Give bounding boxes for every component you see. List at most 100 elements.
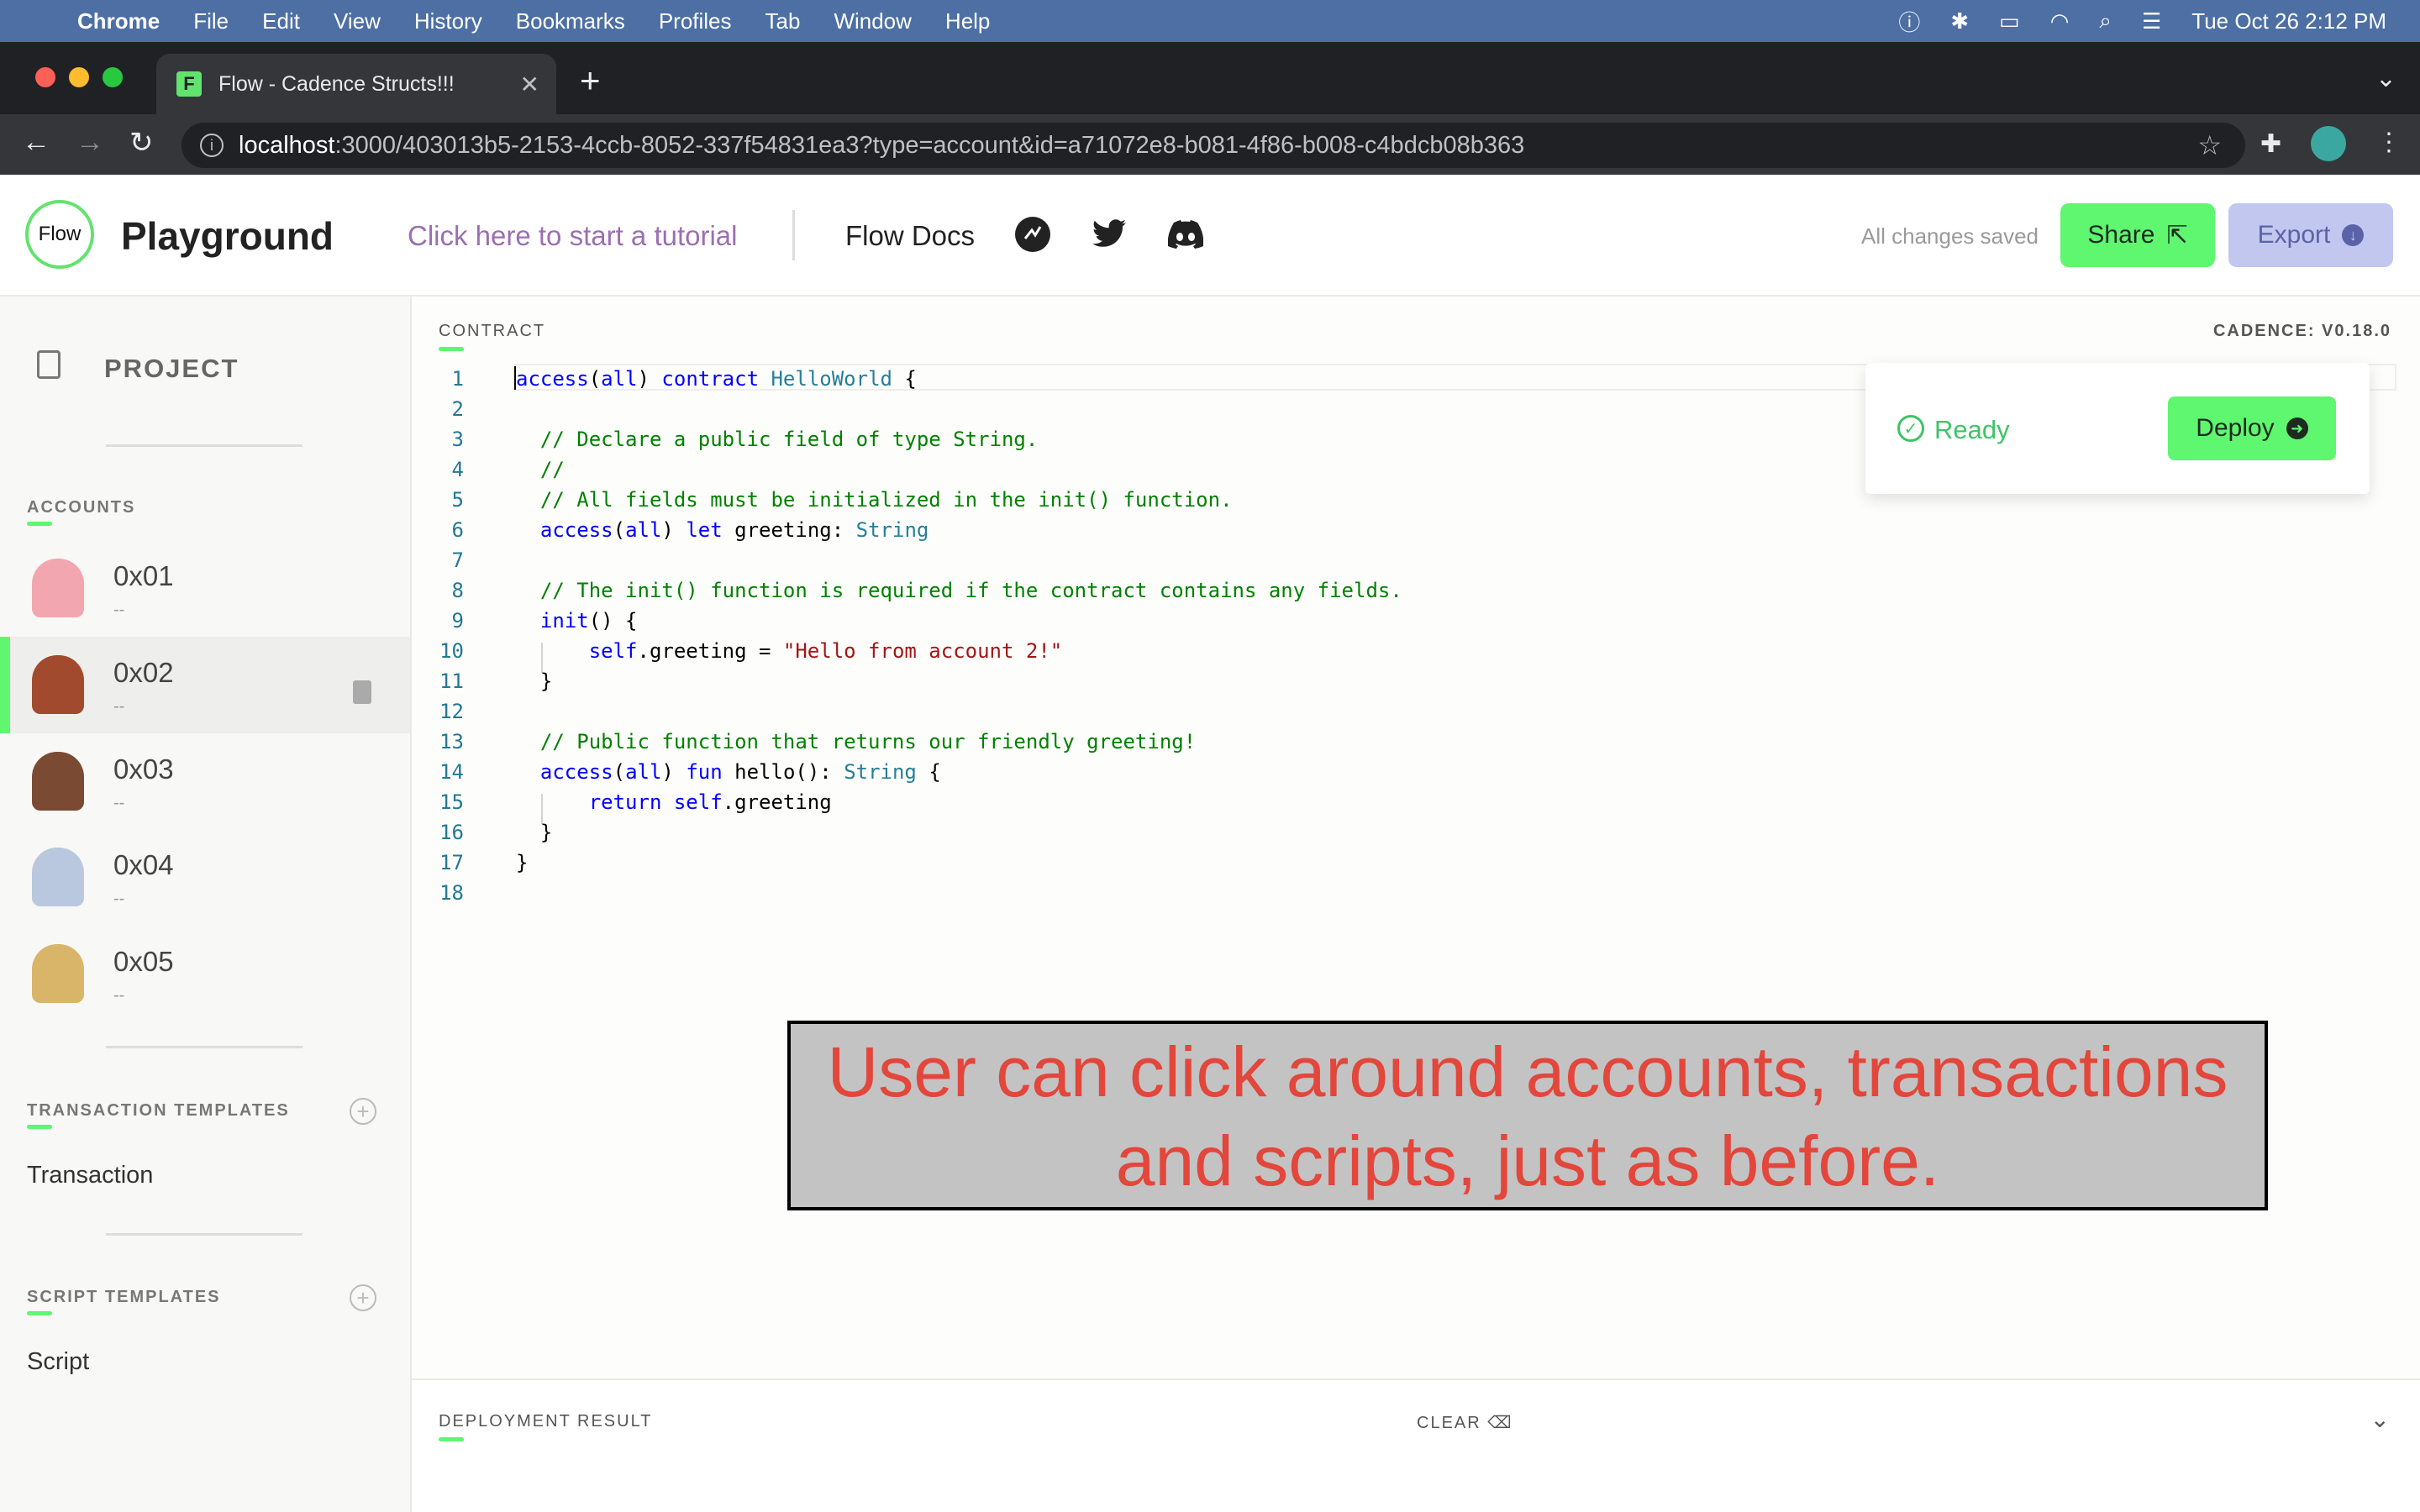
window-close-button[interactable] xyxy=(35,67,55,87)
window-minimize-button[interactable] xyxy=(69,67,89,87)
sidebar-account-0x04[interactable]: 0x04 -- xyxy=(0,829,410,926)
back-arrow-icon[interactable]: ← xyxy=(22,126,50,159)
tab-title: Flow - Cadence Structs!!! xyxy=(218,71,455,96)
arrow-right-icon: ➜ xyxy=(2286,417,2308,439)
menu-tab[interactable]: Tab xyxy=(765,8,801,34)
flow-community-icon[interactable] xyxy=(1013,215,1052,254)
sidebar-account-0x02[interactable]: 0x02 -- xyxy=(0,637,410,733)
account-avatar xyxy=(32,944,84,1003)
sidebar-account-0x01[interactable]: 0x01 -- xyxy=(0,540,410,637)
menu-history[interactable]: History xyxy=(414,8,482,34)
collapse-chevron-icon[interactable]: ⌄ xyxy=(2370,1405,2390,1433)
add-transaction-icon[interactable]: + xyxy=(350,1098,376,1125)
url-path: :3000/403013b5-2153-4ccb-8052-337f54831e… xyxy=(334,131,1525,159)
download-icon: ↓ xyxy=(2342,224,2365,246)
code-line[interactable]: access(all) fun hello(): String { xyxy=(516,760,941,784)
address-bar[interactable]: i localhost :3000/403013b5-2153-4ccb-805… xyxy=(182,123,2245,168)
code-line[interactable]: self.greeting = "Hello from account 2!" xyxy=(516,639,1063,663)
code-line[interactable]: } xyxy=(516,851,528,874)
clear-label: CLEAR xyxy=(1417,1414,1481,1432)
accounts-section-label: ACCOUNTS xyxy=(27,498,136,517)
script-template-item[interactable]: Script xyxy=(27,1348,89,1376)
menu-window[interactable]: Window xyxy=(834,8,911,34)
code-line[interactable]: // All fields must be initialized in the… xyxy=(516,488,1233,512)
share-button[interactable]: Share ⇱ xyxy=(2060,203,2215,267)
caption-line-1: User can click around accounts, transact… xyxy=(827,1032,2228,1111)
line-number: 9 xyxy=(451,609,464,633)
wifi-icon[interactable]: ◠ xyxy=(2050,8,2070,34)
tutorial-link[interactable]: Click here to start a tutorial xyxy=(408,220,738,252)
tab-search-chevron-icon[interactable]: ⌄ xyxy=(2375,64,2396,93)
menu-profiles[interactable]: Profiles xyxy=(659,8,732,34)
contract-label: CONTRACT xyxy=(439,322,546,340)
reload-icon[interactable]: ↻ xyxy=(129,126,154,160)
export-button[interactable]: Export ↓ xyxy=(2228,203,2393,267)
menu-app-name[interactable]: Chrome xyxy=(77,8,160,34)
menu-view[interactable]: View xyxy=(334,8,381,34)
code-line[interactable]: } xyxy=(516,669,552,693)
line-number: 17 xyxy=(439,851,464,874)
discord-icon[interactable] xyxy=(1166,215,1205,254)
flow-logo[interactable]: Flow xyxy=(25,200,94,269)
twitter-icon[interactable] xyxy=(1091,215,1129,254)
battery-icon[interactable]: ▭ xyxy=(1999,8,2020,34)
code-line[interactable]: // The init() function is required if th… xyxy=(516,579,1402,602)
chrome-menu-icon[interactable]: ⋮ xyxy=(2376,128,2402,157)
flow-docs-link[interactable]: Flow Docs xyxy=(845,220,975,252)
site-info-icon[interactable]: i xyxy=(200,134,224,157)
menubar-clock[interactable]: Tue Oct 26 2:12 PM xyxy=(2191,8,2386,34)
profile-avatar[interactable] xyxy=(2311,126,2346,161)
share-icon: ⇱ xyxy=(2166,221,2188,249)
project-file-icon[interactable] xyxy=(37,350,60,379)
account-name: 0x04 xyxy=(113,849,174,880)
transaction-template-item[interactable]: Transaction xyxy=(27,1162,153,1189)
code-line[interactable]: } xyxy=(516,821,552,844)
bookmark-star-icon[interactable]: ☆ xyxy=(2197,129,2222,161)
account-name: 0x05 xyxy=(113,946,174,977)
code-line[interactable]: access(all) contract HelloWorld { xyxy=(516,367,917,391)
clipboard-icon[interactable] xyxy=(353,680,371,704)
code-line[interactable]: // Public function that returns our frie… xyxy=(516,730,1196,753)
account-balance: -- xyxy=(113,697,125,716)
add-script-icon[interactable]: + xyxy=(350,1284,376,1311)
code-line[interactable]: access(all) let greeting: String xyxy=(516,518,929,542)
sidebar-divider xyxy=(106,1046,302,1048)
menu-help[interactable]: Help xyxy=(945,8,990,34)
browser-tab-active[interactable]: F Flow - Cadence Structs!!! ✕ xyxy=(156,54,556,114)
clear-button[interactable]: CLEAR ⌫ xyxy=(1417,1412,1513,1433)
extensions-puzzle-icon[interactable]: ✚ xyxy=(2260,129,2281,159)
bluetooth-icon[interactable]: ✱ xyxy=(1950,8,1969,34)
contract-underline xyxy=(439,347,464,351)
code-line[interactable]: init() { xyxy=(516,609,638,633)
save-status: All changes saved xyxy=(1861,223,2039,249)
menu-bookmarks[interactable]: Bookmarks xyxy=(516,8,625,34)
check-circle-icon: ✓ xyxy=(1897,415,1924,442)
code-line[interactable]: // xyxy=(516,458,565,481)
account-name: 0x03 xyxy=(113,753,174,785)
code-line[interactable]: return self.greeting xyxy=(516,790,832,814)
deployment-result-panel: DEPLOYMENT RESULT CLEAR ⌫ ⌄ xyxy=(412,1378,2420,1512)
menu-file[interactable]: File xyxy=(193,8,229,34)
window-zoom-button[interactable] xyxy=(103,67,123,87)
sidebar-divider xyxy=(106,444,302,447)
transaction-underline xyxy=(27,1125,52,1129)
forward-arrow-icon[interactable]: → xyxy=(76,126,104,159)
account-avatar xyxy=(32,655,84,714)
line-number: 7 xyxy=(451,549,464,572)
code-line[interactable]: // Declare a public field of type String… xyxy=(516,428,1038,451)
line-number: 11 xyxy=(439,669,464,693)
sidebar-account-0x03[interactable]: 0x03 -- xyxy=(0,733,410,830)
sidebar-account-0x05[interactable]: 0x05 -- xyxy=(0,926,410,1022)
tab-close-icon[interactable]: ✕ xyxy=(520,71,539,98)
line-number: 3 xyxy=(451,428,464,451)
deploy-button[interactable]: Deploy ➜ xyxy=(2168,396,2336,460)
line-number: 4 xyxy=(451,458,464,481)
accounts-underline xyxy=(27,522,52,526)
project-label[interactable]: PROJECT xyxy=(104,354,239,384)
macos-menubar: Chrome File Edit View History Bookmarks … xyxy=(0,0,2420,42)
password-manager-icon[interactable]: ⓘ xyxy=(1898,6,1920,37)
new-tab-icon[interactable]: + xyxy=(580,60,601,101)
control-center-icon[interactable]: ☰ xyxy=(2142,8,2161,34)
menu-edit[interactable]: Edit xyxy=(262,8,300,34)
spotlight-search-icon[interactable]: ⌕ xyxy=(2099,8,2112,34)
